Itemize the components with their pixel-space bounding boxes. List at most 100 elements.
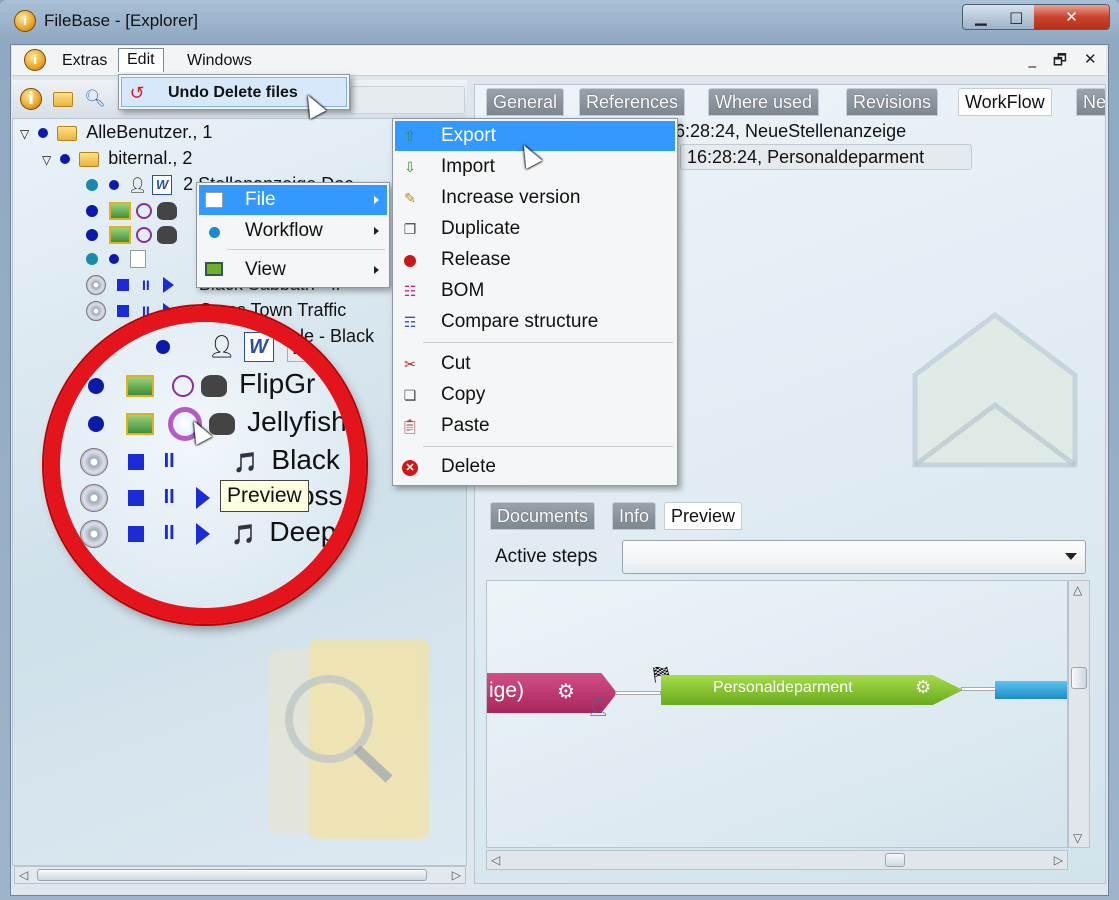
workflow-row[interactable]: 16:28:24, Personaldeparment xyxy=(680,144,972,170)
subtab-documents[interactable]: Documents xyxy=(490,502,596,530)
menu-item-label: View xyxy=(245,259,286,280)
workflow-step-right[interactable] xyxy=(995,681,1067,699)
title-bar[interactable]: i FileBase - [Explorer] ▁ □ ✕ xyxy=(0,0,1119,44)
close-button[interactable]: ✕ xyxy=(1034,5,1109,29)
monitor-icon xyxy=(205,262,223,276)
mdi-restore-button[interactable]: 🗗 xyxy=(1053,50,1067,72)
folder-icon xyxy=(79,151,100,167)
zoom-magnifier-circle: 👤︎ W 2.5 FlipGr Jellyfish II 🎵︎ Black II… xyxy=(44,306,366,624)
status-dot-icon xyxy=(86,179,98,192)
file-item-copy[interactable]: ❏ Copy xyxy=(395,380,675,410)
tree-row-child[interactable]: ▽ biternal., 2 xyxy=(42,146,192,170)
cd-icon xyxy=(80,519,108,548)
menu-windows[interactable]: Windows xyxy=(179,50,260,74)
menu-item-label: Export xyxy=(441,125,496,146)
paste-icon: 📋︎ xyxy=(401,418,419,434)
cd-icon xyxy=(86,275,106,296)
user-icon: 👤︎ xyxy=(587,697,610,718)
scrollbar-thumb[interactable] xyxy=(1071,667,1087,689)
music-icon: 🎵︎ xyxy=(230,524,256,546)
active-steps-select[interactable] xyxy=(622,540,1086,574)
collapse-arrow-icon[interactable]: ▽ xyxy=(20,127,29,141)
tree-label: AlleBenutzer., 1 xyxy=(86,122,213,142)
image-icon xyxy=(125,374,154,397)
collapse-arrow-icon[interactable]: ▽ xyxy=(42,153,51,167)
menu-item-label: Undo Delete files xyxy=(168,84,298,101)
stop-icon xyxy=(127,525,144,542)
mdi-close-button[interactable]: ✕ xyxy=(1084,50,1097,72)
menu-item-label: Copy xyxy=(441,384,486,405)
mdi-minimize-button[interactable]: _ xyxy=(1028,50,1036,72)
menu-edit[interactable]: Edit xyxy=(118,48,164,72)
toolbar-field[interactable] xyxy=(350,86,465,114)
toolbar-logo-icon[interactable]: i xyxy=(20,88,42,110)
file-item-increase-version[interactable]: ✎ Increase version xyxy=(395,183,675,213)
tree-horizontal-scrollbar[interactable]: ◁ ▷ xyxy=(14,866,466,884)
file-item-cut[interactable]: ✂ Cut xyxy=(395,349,675,379)
scroll-right-icon[interactable]: ▷ xyxy=(452,868,461,882)
zoom-label: Black xyxy=(271,444,340,475)
status-dot-icon xyxy=(88,415,104,432)
scroll-left-icon[interactable]: ◁ xyxy=(19,868,28,882)
zoom-label: Jellyfish xyxy=(247,406,347,437)
scrollbar-thumb[interactable] xyxy=(37,869,427,881)
stop-icon xyxy=(127,489,144,506)
minimize-button[interactable]: ▁ xyxy=(963,5,999,29)
cd-icon xyxy=(80,447,108,476)
tree-row-root[interactable]: ▽ AlleBenutzer., 1 xyxy=(20,120,212,144)
tab-references[interactable]: References xyxy=(579,88,686,116)
file-item-duplicate[interactable]: ❐ Duplicate xyxy=(395,214,675,244)
word-document-icon: W xyxy=(152,175,173,196)
app-logo-icon: i xyxy=(14,10,36,32)
gimp-icon xyxy=(209,412,236,435)
scrollbar-thumb[interactable] xyxy=(885,853,905,867)
menu-extras[interactable]: Extras xyxy=(54,50,115,74)
tab-where-used[interactable]: Where used xyxy=(708,88,820,116)
scroll-right-icon[interactable]: ▷ xyxy=(1054,853,1063,867)
diagram-vertical-scrollbar[interactable]: △ ▽ xyxy=(1068,580,1090,848)
workflow-row[interactable]: 6:28:24, NeueStellenanzeige xyxy=(675,121,906,142)
status-dot-icon xyxy=(109,254,120,265)
tree-row-item[interactable] xyxy=(86,198,178,222)
subtab-info[interactable]: Info xyxy=(612,502,657,530)
status-dot-icon xyxy=(86,205,98,218)
file-item-paste[interactable]: 📋︎ Paste xyxy=(395,411,675,441)
file-item-compare-structure[interactable]: ☶ Compare structure xyxy=(395,307,675,337)
tab-general[interactable]: General xyxy=(486,88,565,116)
tree-row-item[interactable] xyxy=(86,246,147,270)
status-dot-icon xyxy=(109,180,120,191)
active-steps-label: Active steps xyxy=(495,546,598,567)
maximize-button[interactable]: □ xyxy=(998,5,1035,29)
tab-revisions[interactable]: Revisions xyxy=(846,88,939,116)
scroll-up-icon[interactable]: △ xyxy=(1073,583,1082,597)
tab-next[interactable]: Ne xyxy=(1076,88,1106,116)
tree-row-item[interactable] xyxy=(86,222,178,246)
tab-workflow[interactable]: WorkFlow xyxy=(958,88,1052,116)
scroll-down-icon[interactable]: ▽ xyxy=(1073,831,1082,845)
app-menu-icon[interactable]: i xyxy=(24,49,46,71)
context-item-file[interactable]: File xyxy=(199,185,387,215)
preview-tooltip: Preview xyxy=(220,480,309,512)
toolbar-search-icon[interactable]: 🔍︎ xyxy=(84,88,106,110)
file-item-bom[interactable]: ☷ BOM xyxy=(395,276,675,306)
subtab-preview[interactable]: Preview xyxy=(664,502,743,530)
increase-version-icon: ✎ xyxy=(404,190,416,206)
workflow-step-middle[interactable]: Personaldeparment ⚙ xyxy=(661,675,963,705)
workflow-diagram[interactable]: ige) ⚙ 👤︎ 🏁︎ Personaldeparment ⚙ xyxy=(486,580,1068,848)
context-item-workflow[interactable]: Workflow xyxy=(199,216,387,246)
pause-icon: II xyxy=(142,277,150,294)
scroll-left-icon[interactable]: ◁ xyxy=(491,853,500,867)
word-document-icon: W xyxy=(243,331,274,362)
zoom-label: 2.5 xyxy=(287,328,337,362)
diagram-horizontal-scrollbar[interactable]: ◁ ▷ xyxy=(486,850,1068,870)
file-item-release[interactable]: Release xyxy=(395,245,675,275)
file-item-delete[interactable]: ✕ Delete xyxy=(395,452,675,482)
context-item-view[interactable]: View xyxy=(199,255,387,285)
folder-icon xyxy=(57,125,78,141)
submenu-arrow-icon xyxy=(374,227,379,235)
import-icon: ⇩ xyxy=(404,159,416,175)
dropdown-arrow-icon[interactable] xyxy=(1065,553,1077,560)
cd-icon xyxy=(86,301,106,322)
folder-search-watermark-icon xyxy=(269,639,429,839)
toolbar-open-icon[interactable] xyxy=(52,88,74,110)
